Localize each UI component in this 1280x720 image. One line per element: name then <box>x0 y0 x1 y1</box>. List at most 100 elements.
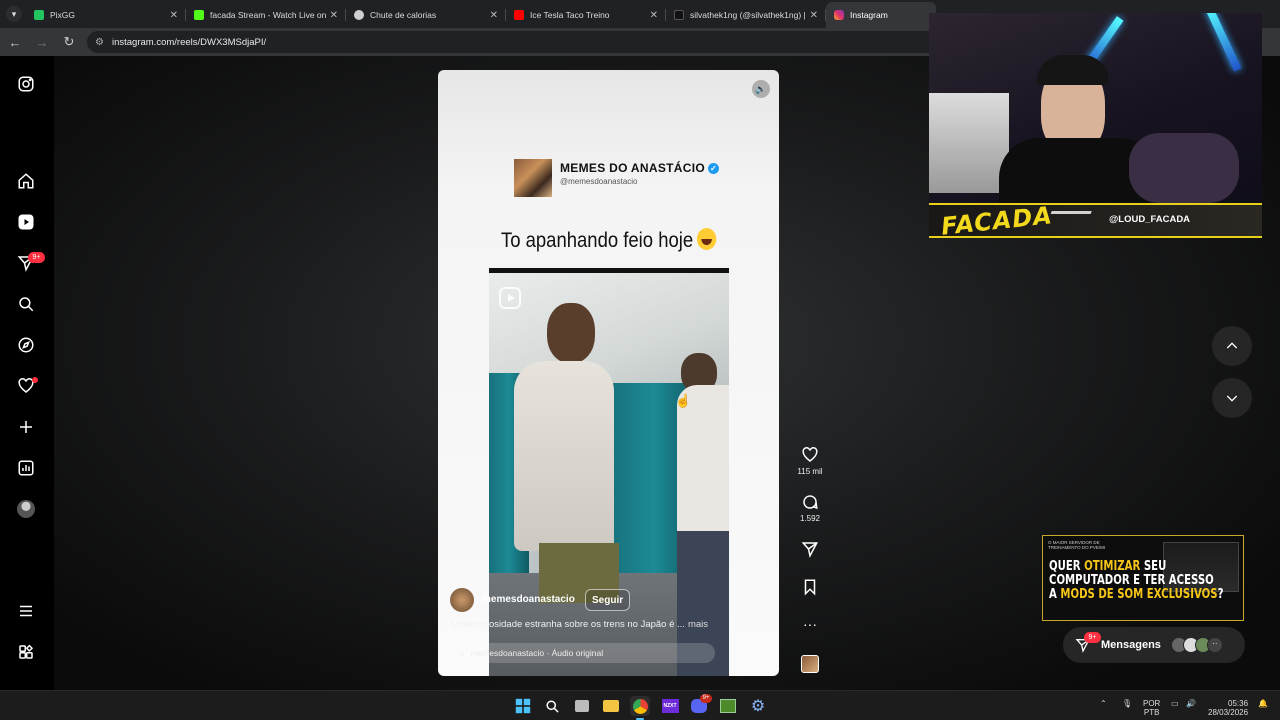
language-indicator[interactable]: POR PTB <box>1143 699 1160 717</box>
explore-icon[interactable] <box>16 335 36 355</box>
close-icon[interactable]: ✕ <box>650 10 658 21</box>
verified-icon: ✓ <box>707 163 719 174</box>
search-icon[interactable] <box>16 294 36 314</box>
reels-icon[interactable] <box>16 212 36 232</box>
messages-label: Mensagens <box>1101 639 1161 651</box>
dashboard-icon[interactable] <box>16 458 36 478</box>
webcam-chair <box>1129 133 1239 203</box>
close-icon[interactable]: ✕ <box>810 10 818 21</box>
close-icon[interactable]: ✕ <box>170 10 178 21</box>
microphone-icon[interactable]: 🎙 <box>1122 699 1132 708</box>
heart-icon <box>802 447 818 462</box>
chatgpt-icon <box>354 10 364 20</box>
channel-avatar <box>514 159 552 197</box>
notification-dot <box>32 377 38 383</box>
profile-avatar[interactable] <box>17 500 35 518</box>
ad-text-highlight: MODS DE SOM EXCLUSIVOS <box>1060 587 1218 602</box>
more-options-icon[interactable]: ··· <box>796 616 824 632</box>
task-view-icon[interactable] <box>572 696 592 716</box>
description-text: Uma curiosidade estranha sobre os trens … <box>451 619 685 630</box>
network-icon[interactable]: ▭ <box>1171 699 1179 708</box>
streamer-cap <box>1037 55 1109 85</box>
volume-icon[interactable]: 🔊 <box>1186 699 1196 708</box>
close-icon[interactable]: ✕ <box>490 10 498 21</box>
tab-pixgg[interactable]: PixGG ✕ <box>26 2 186 28</box>
like-count: 115 mil <box>797 467 823 476</box>
forward-icon[interactable]: → <box>30 30 54 54</box>
show-hidden-icons[interactable]: ⌃ <box>1100 699 1107 708</box>
team-logo-icon <box>1042 211 1092 237</box>
ad-text-highlight: OTIMIZAR <box>1084 559 1141 574</box>
nvidia-icon[interactable] <box>718 696 738 716</box>
volume-icon[interactable]: 🔈 <box>752 80 770 98</box>
audio-thumbnail[interactable] <box>801 655 819 673</box>
like-button[interactable]: 115 mil <box>796 446 824 476</box>
close-icon[interactable]: ✕ <box>330 10 338 21</box>
channel-name-text: MEMES DO ANASTÁCIO <box>560 161 705 175</box>
tab-title: Ice Tesla Taco Treino <box>530 10 610 20</box>
clock[interactable]: 05:36 28/03/2026 <box>1208 699 1248 717</box>
streamer-webcam: FACADA @LOUD_FACADA <box>929 13 1262 238</box>
clock-time: 05:36 <box>1228 699 1249 708</box>
reload-icon[interactable]: ↻ <box>57 30 81 54</box>
settings-gear-icon[interactable]: ⚙ <box>748 696 768 716</box>
share-button[interactable] <box>796 540 824 558</box>
owner-avatar[interactable] <box>450 588 474 612</box>
channel-name: MEMES DO ANASTÁCIO ✓ <box>560 161 719 175</box>
windows-taskbar: NZXT 9+ ⚙ ⌃ 🎙 POR PTB ▭ 🔊 05:36 28/03/20… <box>0 690 1280 720</box>
url-text: instagram.com/reels/DWX3MSdjaPI/ <box>111 36 267 48</box>
more-link[interactable]: mais <box>688 619 708 630</box>
bookmark-icon <box>804 579 816 596</box>
video-person <box>514 361 614 551</box>
windows-start-icon[interactable] <box>513 696 533 716</box>
keyboard-layout: PTB <box>1143 708 1160 717</box>
ad-text: A <box>1049 587 1061 602</box>
reel-description[interactable]: Uma curiosidade estranha sobre os trens … <box>451 619 708 630</box>
ad-text: SEU <box>1140 559 1167 574</box>
more-apps-icon[interactable] <box>16 642 36 662</box>
tab-chatgpt[interactable]: Chute de calorias ✕ <box>346 2 506 28</box>
search-icon[interactable] <box>542 696 562 716</box>
tab-youtube[interactable]: Ice Tesla Taco Treino ✕ <box>506 2 666 28</box>
address-bar[interactable]: ⚙ instagram.com/reels/DWX3MSdjaPI/ <box>87 31 987 53</box>
tab-kick[interactable]: facada Stream - Watch Live on ✕ <box>186 2 346 28</box>
instagram-sidebar: 9+ <box>0 56 54 690</box>
tab-title: Chute de calorias <box>370 10 437 20</box>
follow-button[interactable]: Seguir <box>585 589 631 611</box>
youtube-icon <box>514 10 524 20</box>
next-reel-button[interactable] <box>1212 378 1252 418</box>
webcam-name-bar: FACADA @LOUD_FACADA <box>929 201 1262 238</box>
tab-title: facada Stream - Watch Live on <box>210 10 326 20</box>
audio-bar[interactable]: ♫ memesdoanastacio · Áudio original <box>453 643 715 663</box>
instagram-logo-icon[interactable] <box>16 74 36 94</box>
tab-tiktok[interactable]: silvathek1ng (@silvathek1ng) | ✕ <box>666 2 826 28</box>
create-icon[interactable] <box>16 417 36 437</box>
tab-search-icon[interactable]: ▾ <box>6 6 22 22</box>
back-icon[interactable]: ← <box>3 30 27 54</box>
previous-reel-button[interactable] <box>1212 326 1252 366</box>
clock-date: 28/03/2026 <box>1208 708 1249 717</box>
save-button[interactable] <box>796 578 824 596</box>
menu-icon[interactable] <box>16 601 36 621</box>
site-info-icon[interactable]: ⚙ <box>95 37 104 48</box>
comment-icon <box>803 495 818 510</box>
video-frame[interactable]: ☝ <box>489 268 729 676</box>
channel-handle: @memesdoanastacio <box>560 177 638 186</box>
ad-text: COMPUTADOR E TER ACESSO <box>1049 573 1214 588</box>
tab-instagram[interactable]: Instagram <box>826 2 936 28</box>
file-explorer-icon[interactable] <box>601 696 621 716</box>
pixgg-icon <box>34 10 44 20</box>
home-icon[interactable] <box>16 171 36 191</box>
comment-button[interactable]: 1.592 <box>796 493 824 523</box>
audio-label: memesdoanastacio · Áudio original <box>470 648 604 658</box>
instagram-icon <box>834 10 844 20</box>
owner-username[interactable]: memesdoanastacio <box>482 594 575 605</box>
nzxt-cam-icon[interactable]: NZXT <box>660 696 680 716</box>
chrome-icon[interactable] <box>630 696 650 716</box>
video-person <box>547 303 595 363</box>
sponsored-ad[interactable]: O MAIOR SERVIDOR DE TREINAMENTO DO PVE/M… <box>1042 535 1244 621</box>
notification-center-icon[interactable]: 🔔 <box>1258 699 1268 708</box>
kick-icon <box>194 10 204 20</box>
language-code: POR <box>1143 699 1161 708</box>
caption-text: To apanhando feio hoje <box>500 229 694 252</box>
